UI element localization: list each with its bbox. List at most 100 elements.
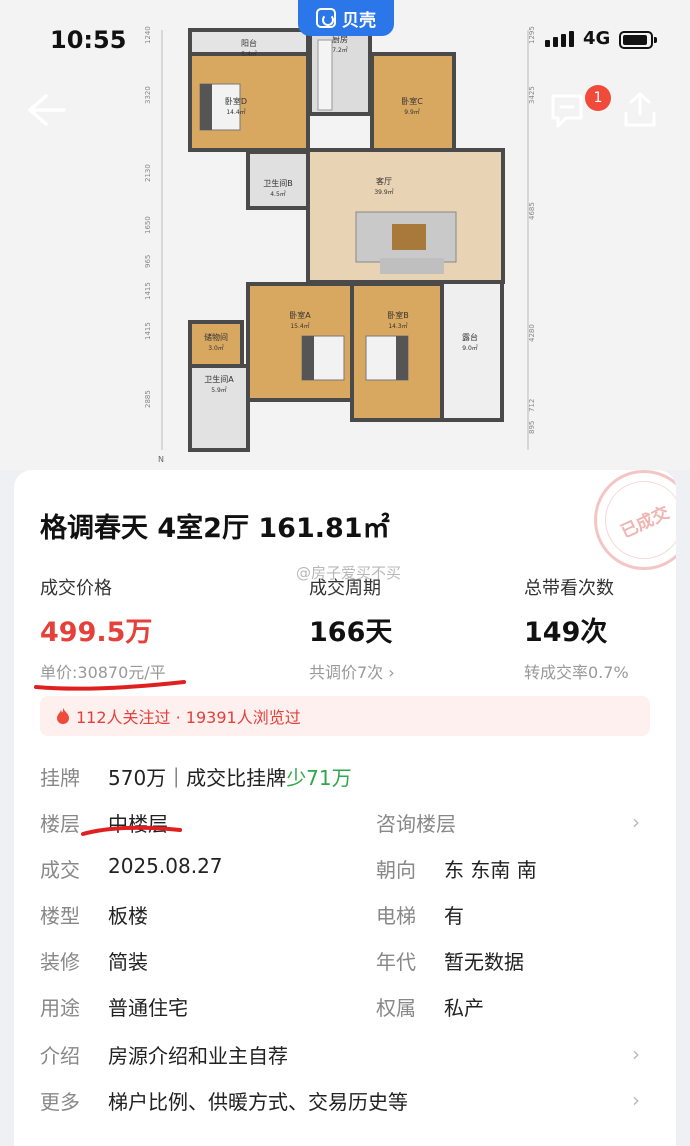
more-value: 梯户比例、供暖方式、交易历史等 xyxy=(108,1090,408,1114)
stat-views: 总带看次数 149次 转成交率0.7% xyxy=(524,574,629,683)
status-time: 10:55 xyxy=(50,26,127,54)
dimension-label: 3320 xyxy=(144,86,152,104)
building-type-value: 板楼 xyxy=(108,904,148,928)
chat-icon xyxy=(551,94,583,128)
row-listing-price: 挂牌 570万｜成交比挂牌少71万 xyxy=(40,762,650,792)
brand-name: 贝壳 xyxy=(342,10,376,31)
deal-date-value: 2025.08.27 xyxy=(108,854,223,878)
stat-cycle-label: 成交周期 xyxy=(309,578,381,599)
chevron-right-icon: › xyxy=(632,1042,640,1066)
room-area: 5.9㎡ xyxy=(211,386,227,394)
dimension-label: 2130 xyxy=(144,164,152,182)
message-button[interactable] xyxy=(548,90,588,130)
building-type-label: 楼型 xyxy=(40,904,80,928)
dimension-label: 3425 xyxy=(528,86,536,104)
stat-views-label: 总带看次数 xyxy=(524,578,614,599)
room-name: 露台 xyxy=(462,332,478,342)
intro-label: 介绍 xyxy=(40,1044,80,1068)
battery-icon xyxy=(619,31,657,49)
row-usage-ownership: 用途 普通住宅 权属 私产 xyxy=(40,992,650,1022)
more-label: 更多 xyxy=(40,1090,80,1114)
room-area: 15.4㎡ xyxy=(290,322,309,330)
room-area: 3.0㎡ xyxy=(208,344,224,352)
room-area: 14.3㎡ xyxy=(388,322,407,330)
year-value: 暂无数据 xyxy=(444,950,524,974)
room-name: 卧室B xyxy=(387,310,409,320)
elevator-label: 电梯 xyxy=(376,904,416,928)
stat-conversion-rate: 转成交率0.7% xyxy=(524,663,629,682)
red-underline-mark xyxy=(34,680,186,691)
floor-label: 楼层 xyxy=(40,812,80,836)
row-decoration-year: 装修 简装 年代 暂无数据 xyxy=(40,946,650,976)
room-name: 卧室D xyxy=(225,96,247,106)
price-adjust-link[interactable]: 共调价7次 › xyxy=(309,659,395,683)
dimension-label: 1415 xyxy=(144,322,152,340)
listing-price-diff: 少71万 xyxy=(286,766,352,790)
room-area: 9.0㎡ xyxy=(462,344,478,352)
deal-date-label: 成交 xyxy=(40,858,80,882)
fire-icon xyxy=(57,708,69,724)
listing-price-value: 570万｜成交比挂牌 xyxy=(108,766,287,790)
attention-text: 112人关注过 · 19391人浏览过 xyxy=(76,708,301,727)
usage-value: 普通住宅 xyxy=(108,996,188,1020)
listing-title: 格调春天 4室2厅 161.81㎡ xyxy=(40,513,390,544)
stat-price-label: 成交价格 xyxy=(40,578,112,599)
room-name: 客厅 xyxy=(376,176,392,186)
sold-stamp: 已成交 xyxy=(577,470,676,587)
dimension-label: 1650 xyxy=(144,216,152,234)
room-area: 39.9㎡ xyxy=(374,188,393,196)
attention-bar: 112人关注过 · 19391人浏览过 xyxy=(40,696,650,736)
year-label: 年代 xyxy=(376,950,416,974)
row-more[interactable]: 更多 梯户比例、供暖方式、交易历史等 › xyxy=(40,1086,650,1116)
usage-label: 用途 xyxy=(40,996,80,1020)
dimension-label: 895 xyxy=(528,421,536,434)
room-name: 卧室A xyxy=(289,310,311,320)
dimension-label: 4280 xyxy=(528,324,536,342)
listing-price-label: 挂牌 xyxy=(40,766,80,790)
listing-price-value-wrap: 570万｜成交比挂牌少71万 xyxy=(108,762,352,791)
consult-floor-link[interactable]: 咨询楼层 xyxy=(376,808,456,837)
north-label: N xyxy=(158,455,164,464)
decoration-value: 简装 xyxy=(108,950,148,974)
dimension-label: 2885 xyxy=(144,390,152,408)
chevron-right-icon: › xyxy=(632,810,640,834)
intro-value: 房源介绍和业主自荐 xyxy=(108,1044,288,1068)
chevron-right-icon: › xyxy=(632,1088,640,1112)
back-button[interactable] xyxy=(24,90,68,130)
beike-logo-icon xyxy=(316,8,336,28)
room-name: 储物间 xyxy=(204,332,228,342)
dimension-label: 4685 xyxy=(528,202,536,220)
ownership-value: 私产 xyxy=(444,996,484,1020)
network-label: 4G xyxy=(583,28,611,49)
signal-icon xyxy=(545,31,574,47)
row-deal-orientation: 成交 2025.08.27 朝向 东 东南 南 xyxy=(40,854,650,884)
room-area: 9.9㎡ xyxy=(404,108,420,116)
row-intro[interactable]: 介绍 房源介绍和业主自荐 › xyxy=(40,1040,650,1070)
share-button[interactable] xyxy=(620,90,660,130)
stat-cycle[interactable]: 成交周期 166天 共调价7次 › xyxy=(309,574,395,683)
back-arrow-icon xyxy=(28,94,66,126)
floorplan-area[interactable]: 阳台 5.4㎡ 厨房 7.2㎡ 卧室D 14.4㎡ 卧室C 9.9㎡ 卫生间B 4.5㎡ 客厅 39.… xyxy=(0,0,690,470)
room-name: 卧室C xyxy=(401,96,423,106)
dimension-label: 965 xyxy=(144,255,152,268)
stat-price-value: 499.5万 xyxy=(40,617,153,648)
brand-pill[interactable]: 贝壳 xyxy=(298,0,394,36)
row-type-elevator: 楼型 板楼 电梯 有 xyxy=(40,900,650,930)
stat-cycle-value: 166天 xyxy=(309,617,393,648)
dimension-label: 1415 xyxy=(144,282,152,300)
stat-price: 成交价格 499.5万 单价:30870元/平 xyxy=(40,574,166,683)
orientation-label: 朝向 xyxy=(376,858,416,882)
message-badge: 1 xyxy=(585,85,611,111)
stat-views-value: 149次 xyxy=(524,617,608,648)
room-name: 卫生间B xyxy=(263,178,293,188)
red-underline-mark-floor xyxy=(81,825,182,836)
status-bar: 10:55 贝壳 4G xyxy=(0,0,690,80)
dimension-label: 712 xyxy=(528,399,536,412)
room-name: 卫生间A xyxy=(204,374,234,384)
listing-card: 已成交 格调春天 4室2厅 161.81㎡ @房子爱买不买 成交价格 499.5… xyxy=(14,470,676,1146)
decoration-label: 装修 xyxy=(40,950,80,974)
share-icon xyxy=(624,92,656,127)
orientation-value: 东 东南 南 xyxy=(444,858,537,882)
room-area: 4.5㎡ xyxy=(270,190,286,198)
room-area: 14.4㎡ xyxy=(226,108,245,116)
